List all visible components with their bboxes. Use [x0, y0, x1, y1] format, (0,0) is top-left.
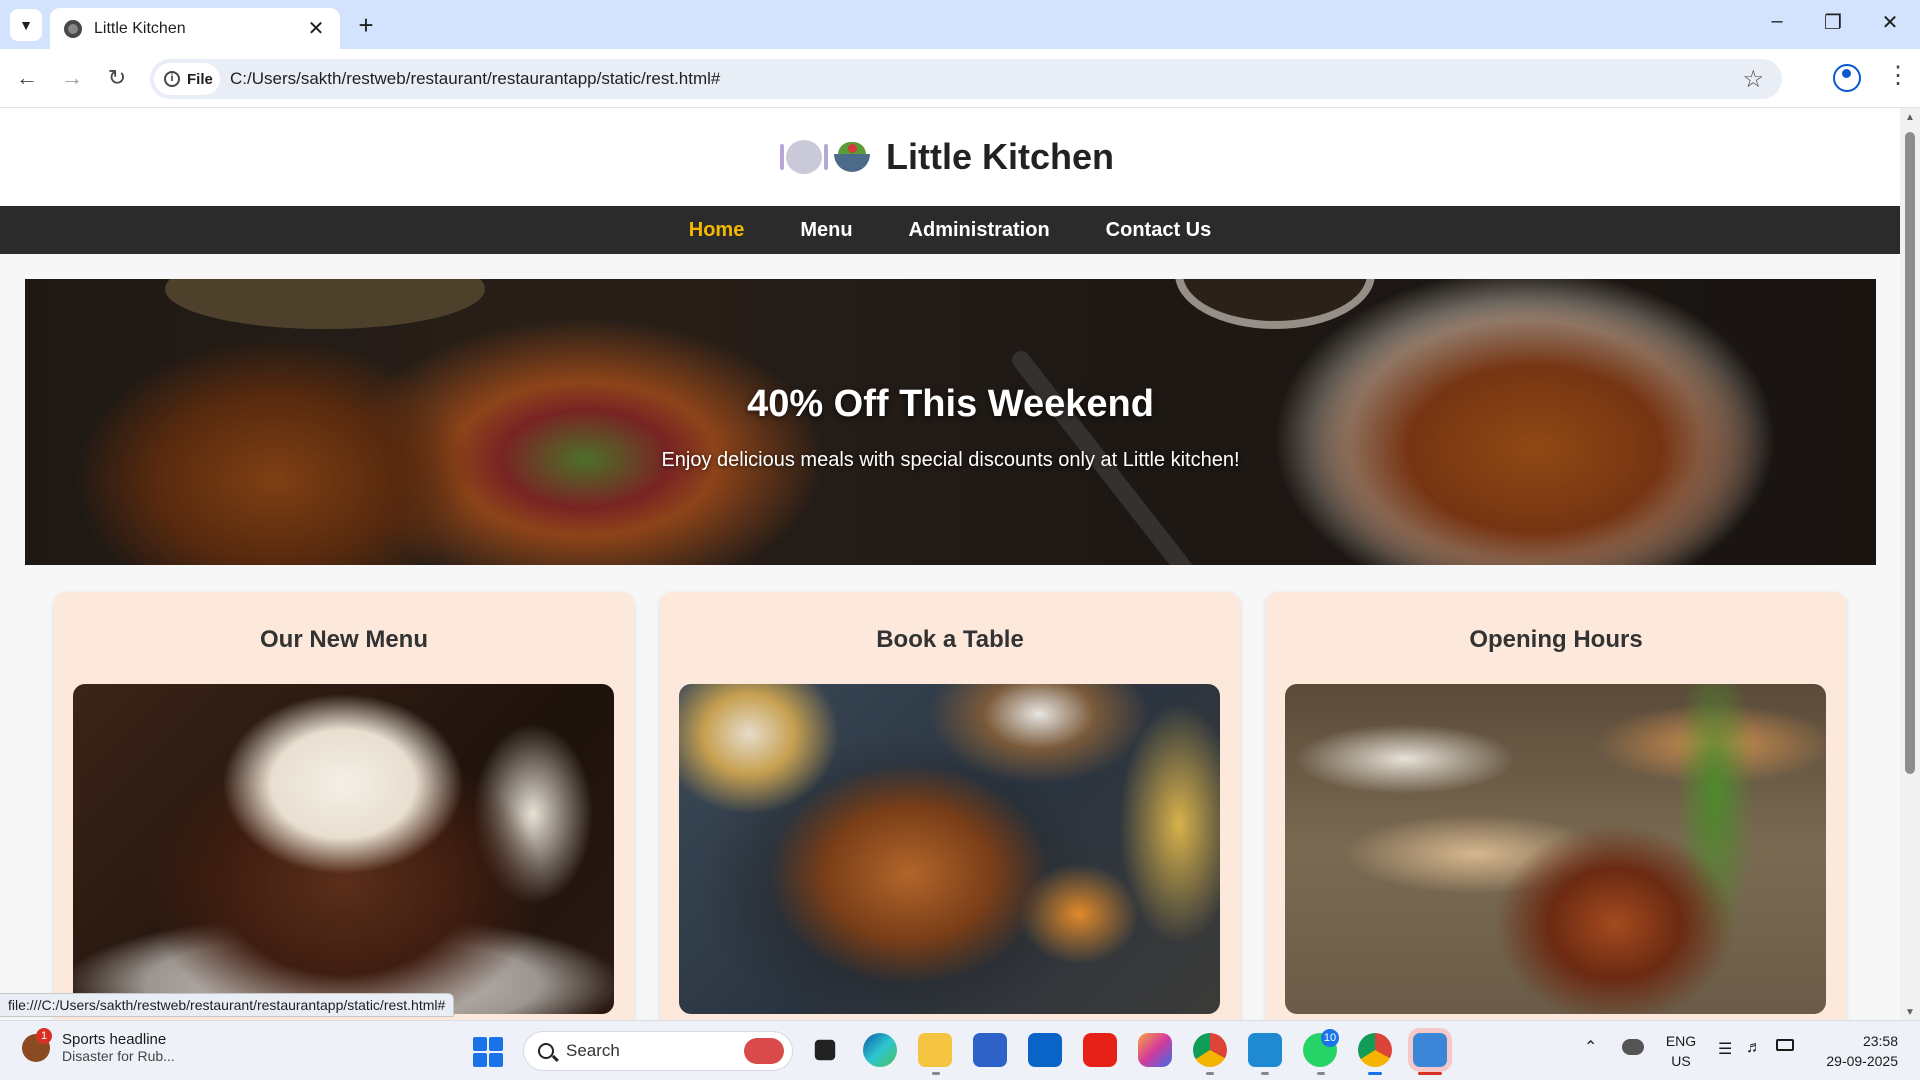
onedrive-icon[interactable] [1622, 1039, 1644, 1055]
scroll-thumb[interactable] [1905, 132, 1915, 774]
windows-taskbar: 1 Sports headline Disaster for Rub... Se… [0, 1020, 1920, 1080]
nav-administration[interactable]: Administration [909, 219, 1050, 242]
card-opening-hours[interactable]: Opening Hours [1266, 592, 1846, 1020]
clock-time: 23:58 [1862, 1033, 1898, 1049]
card-title: Opening Hours [1469, 626, 1643, 653]
chrome-icon[interactable] [1358, 1033, 1392, 1067]
chicken-tikka-photo [1285, 684, 1826, 1014]
site-nav: Home Menu Administration Contact Us [0, 206, 1900, 254]
browser-tab[interactable]: Little Kitchen ✕ [50, 8, 340, 49]
nav-contact-us[interactable]: Contact Us [1106, 219, 1212, 242]
close-icon[interactable]: ✕ [306, 16, 326, 41]
restore-icon: ❐ [1824, 12, 1842, 34]
page-scrollbar[interactable]: ▲ ▼ [1900, 108, 1920, 1020]
youtube-icon[interactable] [1083, 1033, 1117, 1067]
reload-icon: ↻ [107, 65, 127, 90]
back-button[interactable]: ← [12, 63, 42, 93]
notification-badge: 1 [36, 1027, 52, 1044]
browser-toolbar: ← → ↻ i File C:/Users/sakth/restweb/rest… [0, 49, 1920, 108]
news-headline: Sports headline [62, 1031, 167, 1048]
task-view-icon[interactable] [814, 1039, 836, 1061]
chrome-icon[interactable] [1193, 1033, 1227, 1067]
plus-icon: + [358, 10, 374, 40]
whatsapp-badge: 10 [1321, 1029, 1339, 1047]
edge-icon[interactable] [863, 1033, 897, 1067]
arrow-left-icon: ← [16, 65, 38, 90]
grilled-chicken-platter-photo [679, 684, 1220, 1014]
chevron-up-icon[interactable]: ⌃ [1584, 1037, 1597, 1057]
site-logo [779, 140, 870, 174]
chocolate-dessert-photo [73, 684, 614, 1014]
windows-start-icon[interactable] [473, 1037, 503, 1067]
search-label: Search [566, 1041, 620, 1060]
reload-button[interactable]: ↻ [102, 63, 132, 93]
nav-menu[interactable]: Menu [800, 219, 852, 242]
kebab-icon[interactable]: ⋮ [1886, 61, 1910, 90]
copilot-icon[interactable] [1138, 1033, 1172, 1067]
url-text[interactable]: C:/Users/sakth/restweb/restaurant/restau… [230, 69, 720, 89]
site-info-chip[interactable]: i File [154, 63, 220, 95]
site-header: Little Kitchen [0, 108, 1900, 206]
site-title: Little Kitchen [885, 136, 1114, 177]
search-highlight-icon [744, 1038, 784, 1064]
plate-icon [779, 140, 828, 174]
browser-tab-bar: ▼ Little Kitchen ✕ + – ❐ ✕ [0, 0, 1920, 49]
file-explorer-icon[interactable] [918, 1033, 952, 1067]
outlook-icon[interactable] [1028, 1033, 1062, 1067]
forward-button[interactable]: → [57, 63, 87, 93]
scroll-down-icon[interactable]: ▼ [1905, 1007, 1915, 1018]
taskbar-search[interactable]: Search [523, 1031, 793, 1071]
chevron-down-icon: ▼ [19, 17, 33, 33]
profile-icon[interactable] [1833, 64, 1861, 92]
clock-date: 29-09-2025 [1826, 1053, 1898, 1069]
site-chip-label: File [187, 70, 213, 88]
info-icon: i [164, 71, 180, 87]
card-title: Our New Menu [259, 626, 428, 653]
card-our-new-menu[interactable]: Our New Menu [54, 592, 634, 1020]
minimize-button[interactable]: – [1757, 10, 1797, 33]
photos-icon[interactable] [1413, 1033, 1447, 1067]
volume-icon[interactable]: ♬ [1746, 1039, 1762, 1057]
hero-title: 40% Off This Weekend [747, 383, 1154, 425]
globe-icon [64, 19, 82, 38]
salad-bowl-icon [833, 140, 870, 174]
close-window-button[interactable]: ✕ [1870, 10, 1910, 35]
card-title: Book a Table [876, 626, 1024, 653]
address-bar[interactable]: i File C:/Users/sakth/restweb/restaurant… [150, 59, 1782, 99]
news-widget[interactable]: 1 Sports headline Disaster for Rub... [22, 1027, 175, 1064]
tab-list-button[interactable]: ▼ [10, 9, 42, 41]
close-icon: ✕ [1881, 12, 1899, 34]
tab-title: Little Kitchen [94, 19, 186, 37]
hero-subtitle: Enjoy delicious meals with special disco… [661, 449, 1240, 471]
search-icon [538, 1043, 554, 1059]
battery-icon[interactable] [1776, 1039, 1794, 1051]
wifi-icon[interactable]: ☰ [1718, 1039, 1732, 1059]
scroll-up-icon[interactable]: ▲ [1905, 112, 1915, 123]
vscode-icon[interactable] [1248, 1033, 1282, 1067]
language-indicator[interactable]: ENG US [1664, 1031, 1698, 1071]
arrow-right-icon: → [61, 65, 83, 90]
taskbar-clock[interactable]: 23:58 29-09-2025 [1816, 1031, 1898, 1071]
restore-button[interactable]: ❐ [1813, 10, 1853, 35]
card-book-a-table[interactable]: Book a Table [660, 592, 1240, 1020]
hero-banner: 40% Off This Weekend Enjoy delicious mea… [25, 279, 1876, 565]
page-viewport: Little Kitchen Home Menu Administration … [0, 108, 1900, 1020]
nav-home[interactable]: Home [689, 219, 745, 242]
status-bubble: file:///C:/Users/sakth/restweb/restauran… [0, 993, 455, 1017]
new-tab-button[interactable]: + [352, 12, 380, 38]
microsoft-store-icon[interactable] [973, 1033, 1007, 1067]
minimize-icon: – [1771, 10, 1783, 32]
news-subtext: Disaster for Rub... [62, 1048, 175, 1064]
star-icon[interactable]: ☆ [1742, 65, 1764, 94]
football-icon: 1 [22, 1027, 52, 1062]
